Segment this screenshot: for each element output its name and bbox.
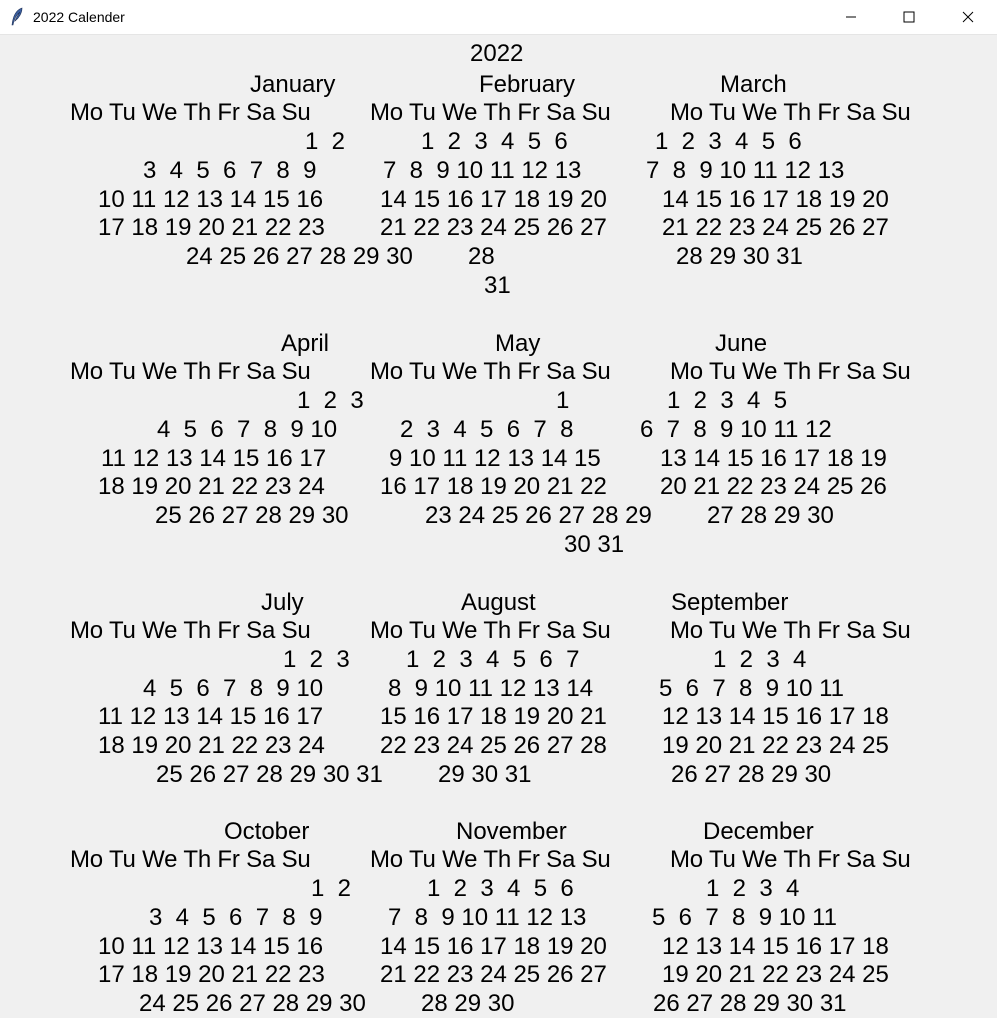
week-row: 8 9 10 11 12 13 14 (388, 675, 594, 702)
week-row: 1 2 3 4 5 6 (421, 128, 568, 155)
week-row: 19 20 21 22 23 24 25 (662, 732, 889, 759)
week-row: 17 18 19 20 21 22 23 (98, 214, 325, 241)
week-row: 1 2 3 (297, 387, 364, 414)
week-row: 3 4 5 6 7 8 9 (143, 157, 317, 184)
week-row: 14 15 16 17 18 19 20 (380, 933, 607, 960)
week-row: 14 15 16 17 18 19 20 (380, 186, 607, 213)
week-row: 16 17 18 19 20 21 22 (380, 473, 607, 500)
close-icon (962, 11, 974, 23)
minimize-icon (845, 11, 857, 23)
day-header-june: Mo Tu We Th Fr Sa Su (670, 358, 911, 385)
week-row: 1 2 3 (283, 646, 350, 673)
day-header-december: Mo Tu We Th Fr Sa Su (670, 846, 911, 873)
week-row: 18 19 20 21 22 23 24 (98, 473, 325, 500)
month-name-december: December (703, 818, 814, 845)
week-row: 14 15 16 17 18 19 20 (662, 186, 889, 213)
week-row: 1 2 3 4 5 6 (427, 875, 574, 902)
week-row: 24 25 26 27 28 29 30 (186, 243, 413, 270)
week-row: 15 16 17 18 19 20 21 (380, 703, 607, 730)
week-row: 1 2 3 4 5 (667, 387, 788, 414)
day-header-september: Mo Tu We Th Fr Sa Su (670, 617, 911, 644)
week-row: 9 10 11 12 13 14 15 (389, 445, 601, 472)
week-row: 1 2 3 4 5 6 7 (406, 646, 580, 673)
week-row: 17 18 19 20 21 22 23 (98, 961, 325, 988)
day-header-january: Mo Tu We Th Fr Sa Su (70, 99, 311, 126)
month-name-june: June (715, 330, 768, 357)
week-row: 30 31 (564, 531, 625, 558)
week-row: 28 29 30 31 (676, 243, 803, 270)
title-bar[interactable]: 2022 Calender (0, 0, 997, 35)
maximize-icon (903, 11, 915, 23)
day-header-august: Mo Tu We Th Fr Sa Su (370, 617, 611, 644)
week-row: 25 26 27 28 29 30 31 (156, 761, 383, 788)
year-label: 2022 (470, 40, 524, 67)
week-row: 1 (556, 387, 570, 414)
day-header-february: Mo Tu We Th Fr Sa Su (370, 99, 611, 126)
minimize-button[interactable] (822, 0, 880, 34)
day-header-march: Mo Tu We Th Fr Sa Su (670, 99, 911, 126)
month-name-march: March (720, 71, 787, 98)
week-row: 22 23 24 25 26 27 28 (380, 732, 607, 759)
month-name-may: May (495, 330, 541, 357)
month-name-september: September (671, 589, 789, 616)
week-row: 18 19 20 21 22 23 24 (98, 732, 325, 759)
week-row: 10 11 12 13 14 15 16 (98, 186, 324, 213)
week-row: 7 8 9 10 11 12 13 (646, 157, 845, 184)
week-row: 12 13 14 15 16 17 18 (662, 933, 889, 960)
week-row: 21 22 23 24 25 26 27 (380, 961, 607, 988)
week-row: 7 8 9 10 11 12 13 (388, 904, 587, 931)
week-row: 1 2 (311, 875, 352, 902)
week-row: 21 22 23 24 25 26 27 (662, 214, 889, 241)
week-row: 13 14 15 16 17 18 19 (660, 445, 887, 472)
day-header-october: Mo Tu We Th Fr Sa Su (70, 846, 311, 873)
week-row: 1 2 3 4 (713, 646, 807, 673)
week-row: 27 28 29 30 (707, 502, 834, 529)
day-header-july: Mo Tu We Th Fr Sa Su (70, 617, 311, 644)
week-row: 12 13 14 15 16 17 18 (662, 703, 889, 730)
week-row: 25 26 27 28 29 30 (155, 502, 349, 529)
week-row: 28 (468, 243, 495, 270)
day-header-may: Mo Tu We Th Fr Sa Su (370, 358, 611, 385)
week-row: 7 8 9 10 11 12 13 (383, 157, 582, 184)
week-row: 1 2 (305, 128, 346, 155)
month-name-january: January (250, 71, 336, 98)
week-row: 10 11 12 13 14 15 16 (98, 933, 324, 960)
week-row: 23 24 25 26 27 28 29 (425, 502, 652, 529)
window-title: 2022 Calender (33, 9, 125, 25)
week-row: 5 6 7 8 9 10 11 (659, 675, 845, 702)
week-row: 4 5 6 7 8 9 10 (157, 416, 338, 443)
week-row: 4 5 6 7 8 9 10 (143, 675, 324, 702)
month-name-april: April (281, 330, 330, 357)
week-row: 24 25 26 27 28 29 30 (139, 990, 366, 1017)
week-row: 5 6 7 8 9 10 11 (652, 904, 838, 931)
week-row: 26 27 28 29 30 (671, 761, 832, 788)
maximize-button[interactable] (880, 0, 938, 34)
month-name-october: October (224, 818, 310, 845)
month-name-july: July (261, 589, 304, 616)
month-name-august: August (461, 589, 536, 616)
week-row: 3 4 5 6 7 8 9 (149, 904, 323, 931)
month-name-february: February (479, 71, 576, 98)
week-row: 6 7 8 9 10 11 12 (640, 416, 832, 443)
week-row: 26 27 28 29 30 31 (653, 990, 847, 1017)
feather-icon (10, 7, 24, 27)
week-row: 29 30 31 (438, 761, 532, 788)
week-row: 28 29 30 (421, 990, 515, 1017)
week-row: 11 12 13 14 15 16 17 (98, 703, 324, 730)
week-row: 20 21 22 23 24 25 26 (660, 473, 887, 500)
week-row: 1 2 3 4 (706, 875, 800, 902)
week-row: 11 12 13 14 15 16 17 (101, 445, 327, 472)
week-row: 21 22 23 24 25 26 27 (380, 214, 607, 241)
month-name-november: November (456, 818, 567, 845)
day-header-april: Mo Tu We Th Fr Sa Su (70, 358, 311, 385)
week-row: 2 3 4 5 6 7 8 (400, 416, 574, 443)
week-row: 19 20 21 22 23 24 25 (662, 961, 889, 988)
week-row: 31 (484, 272, 511, 299)
week-row: 1 2 3 4 5 6 (655, 128, 802, 155)
day-header-november: Mo Tu We Th Fr Sa Su (370, 846, 611, 873)
close-button[interactable] (939, 0, 997, 34)
